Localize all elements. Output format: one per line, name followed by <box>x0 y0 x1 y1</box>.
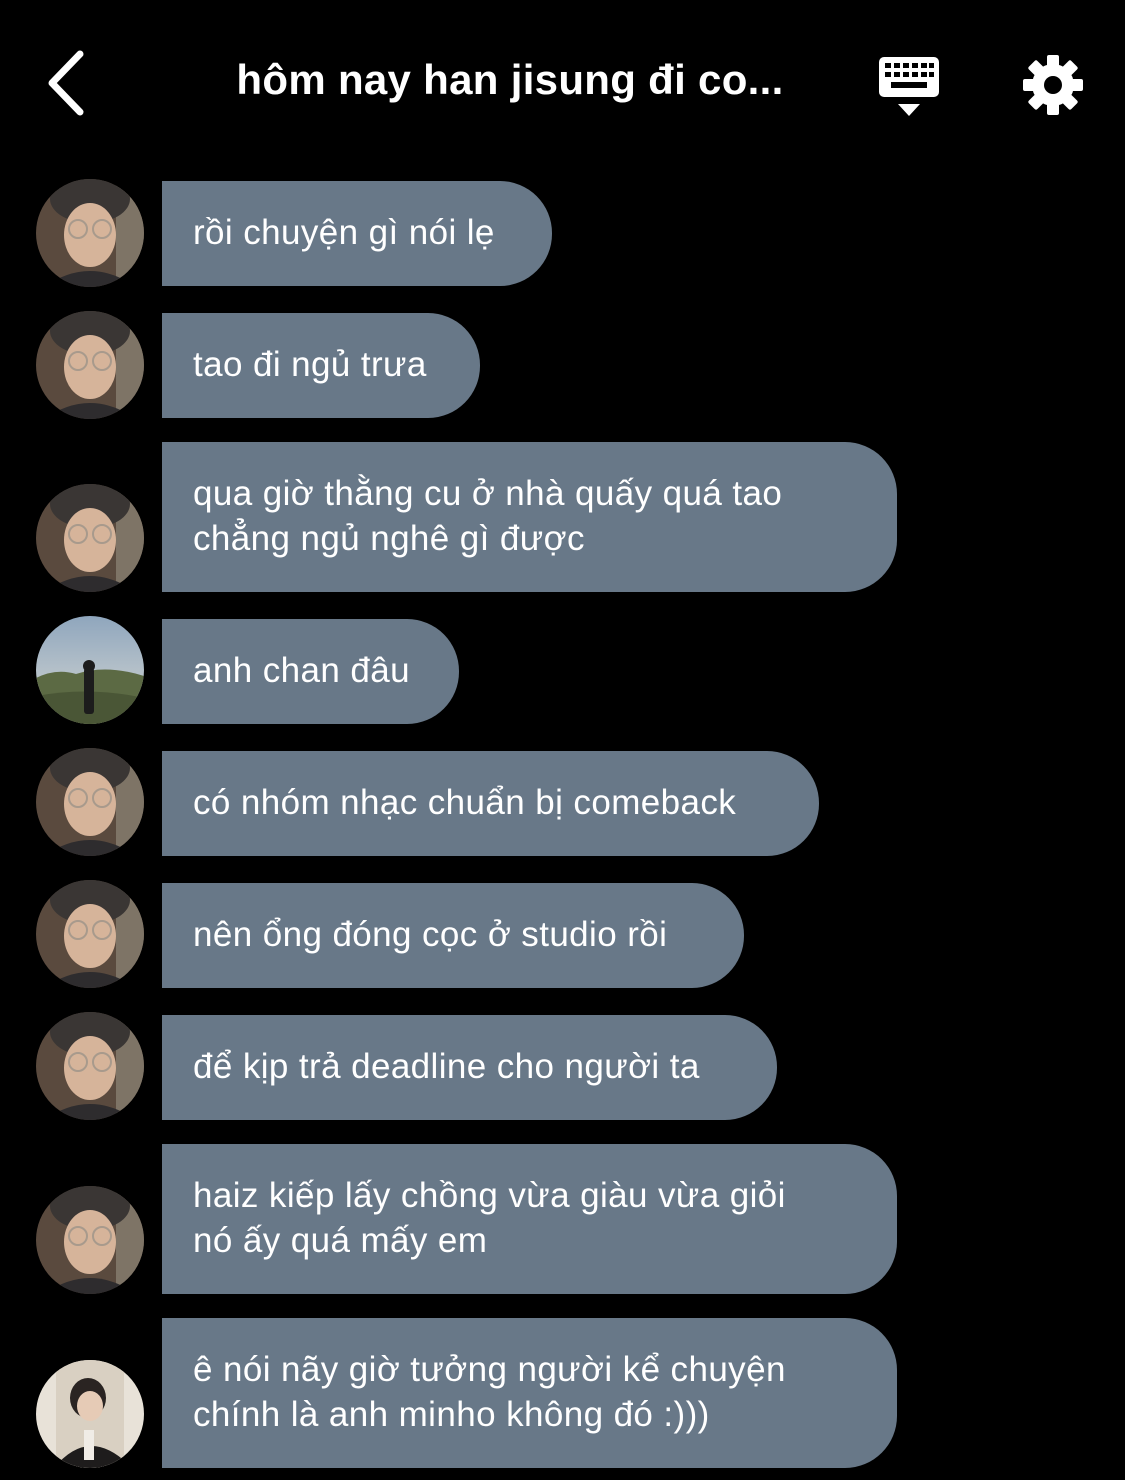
message-text: tao đi ngủ trưa <box>193 345 427 384</box>
message-text: để kịp trả deadline cho người ta <box>193 1047 700 1086</box>
message-bubble[interactable]: ê nói nãy giờ tưởng người kể chuyện chín… <box>162 1318 897 1468</box>
message-text: có nhóm nhạc chuẩn bị comeback <box>193 783 737 822</box>
avatar[interactable] <box>36 484 144 592</box>
avatar[interactable] <box>36 748 144 856</box>
avatar[interactable] <box>36 1012 144 1120</box>
avatar-jisung-image <box>36 748 144 856</box>
avatar[interactable] <box>36 1360 144 1468</box>
message-text: nó ấy quá mấy em <box>193 1221 488 1260</box>
message-bubble[interactable]: haiz kiếp lấy chồng vừa giàu vừa giỏi nó… <box>162 1144 897 1294</box>
avatar-jisung-image <box>36 1012 144 1120</box>
message-text: rồi chuyện gì nói lẹ <box>193 213 495 252</box>
message-text: nên ổng đóng cọc ở studio rồi <box>193 915 668 954</box>
message-bubble[interactable]: anh chan đâu <box>162 619 459 724</box>
message-text: ê nói nãy giờ tưởng người kể chuyện <box>193 1350 786 1389</box>
message-list[interactable]: rồi chuyện gì nói lẹ tao đi ngủ trưa qua… <box>0 0 1125 1480</box>
avatar[interactable] <box>36 880 144 988</box>
message-bubble[interactable]: nên ổng đóng cọc ở studio rồi <box>162 883 744 988</box>
avatar[interactable] <box>36 616 144 724</box>
avatar-jisung-image <box>36 880 144 988</box>
message-text: chính là anh minho không đó :))) <box>193 1395 710 1434</box>
message-bubble[interactable]: tao đi ngủ trưa <box>162 313 480 418</box>
message-text: haiz kiếp lấy chồng vừa giàu vừa giỏi <box>193 1176 786 1215</box>
avatar-jisung-image <box>36 179 144 287</box>
avatar-jisung-image <box>36 1186 144 1294</box>
avatar-portrait-image <box>36 1360 144 1468</box>
avatar-jisung-image <box>36 484 144 592</box>
message-bubble[interactable]: để kịp trả deadline cho người ta <box>162 1015 777 1120</box>
avatar[interactable] <box>36 1186 144 1294</box>
message-bubble[interactable]: có nhóm nhạc chuẩn bị comeback <box>162 751 819 856</box>
avatar-landscape-image <box>36 616 144 724</box>
message-text: anh chan đâu <box>193 651 410 690</box>
message-text: qua giờ thằng cu ở nhà quấy quá tao <box>193 474 783 513</box>
message-bubble[interactable]: qua giờ thằng cu ở nhà quấy quá tao chẳn… <box>162 442 897 592</box>
message-text: chẳng ngủ nghê gì được <box>193 519 585 558</box>
avatar-jisung-image <box>36 311 144 419</box>
avatar[interactable] <box>36 311 144 419</box>
message-bubble[interactable]: rồi chuyện gì nói lẹ <box>162 181 552 286</box>
avatar[interactable] <box>36 179 144 287</box>
